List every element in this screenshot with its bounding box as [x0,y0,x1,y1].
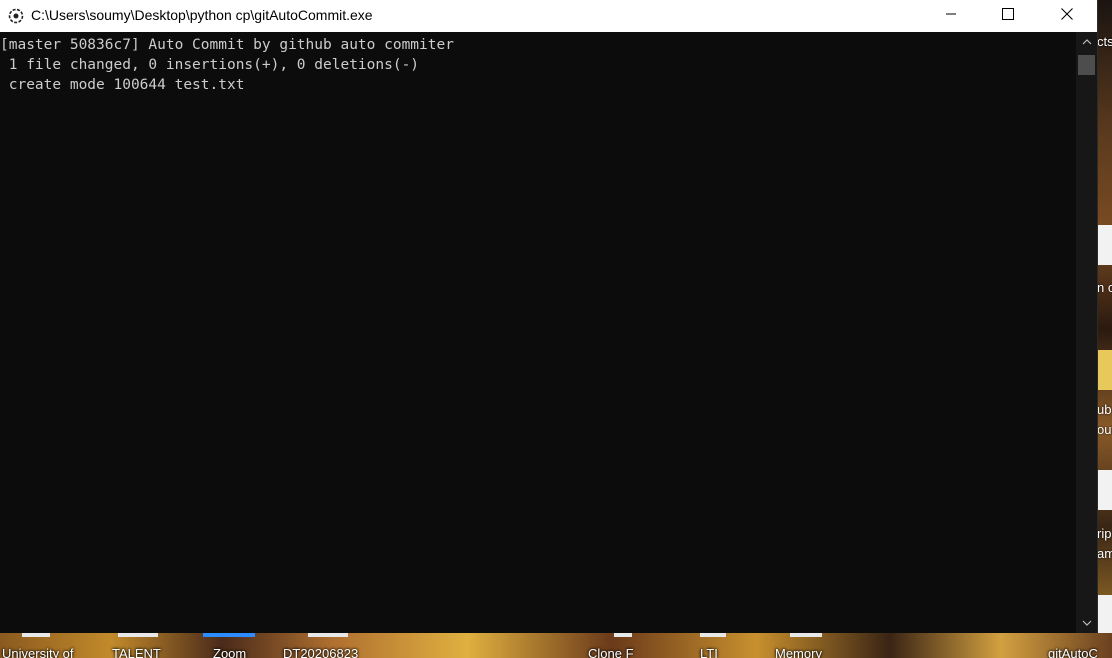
close-button[interactable] [1044,0,1090,32]
desktop-label-fragment: n c [1097,280,1112,295]
chevron-up-icon [1082,33,1092,51]
desktop-file-icon[interactable] [1097,225,1112,265]
desktop-icon-edge [614,633,632,637]
window-title: C:\Users\soumy\Desktop\python cp\gitAuto… [31,7,373,23]
desktop-label-fragment: rip [1097,526,1112,541]
desktop-icon-label[interactable]: DT20206823 [283,646,358,658]
desktop-icon-label[interactable]: Memory [775,646,822,658]
console-line: create mode 100644 test.txt [0,77,245,93]
desktop-label-fragment: ub [1097,402,1112,417]
desktop-background-bottom: University of TALENT Zoom DT20206823 Clo… [0,633,1112,658]
console-line: 1 file changed, 0 insertions(+), 0 delet… [0,57,420,73]
close-icon [1061,7,1073,25]
desktop-label-fragment: out [1097,422,1112,437]
desktop-file-icon[interactable] [1097,595,1112,633]
console-line: [master 50836c7] Auto Commit by github a… [0,37,454,53]
console-output[interactable]: [master 50836c7] Auto Commit by github a… [0,32,1076,633]
desktop-icon-edge [790,633,822,637]
minimize-icon [945,7,957,25]
desktop-icon-edge [700,633,726,637]
desktop-icon-label[interactable]: LTI [700,646,718,658]
desktop-background-right: cts n c ub out rip am [1097,0,1112,658]
desktop-icon-label[interactable]: gitAutoC [1048,646,1098,658]
vertical-scrollbar[interactable] [1076,32,1097,633]
console-app-icon[interactable] [8,8,24,24]
desktop-icon-edge [118,633,158,637]
desktop-icon-label[interactable]: TALENT [112,646,161,658]
desktop-folder-icon[interactable] [1097,350,1112,390]
desktop-file-icon[interactable] [1097,470,1112,510]
desktop-icon-label[interactable]: Zoom [213,646,246,658]
desktop-icon-edge [308,633,348,637]
desktop-icon-edge [203,633,255,637]
desktop-icon-edge [22,633,50,637]
scrollbar-thumb[interactable] [1078,55,1095,75]
desktop-icon-label[interactable]: University of [2,646,74,658]
desktop-label-fragment: am [1097,546,1112,561]
title-bar[interactable]: C:\Users\soumy\Desktop\python cp\gitAuto… [0,0,1097,32]
desktop-icon-label[interactable]: Clone F [588,646,634,658]
chevron-down-icon [1082,614,1092,632]
maximize-button[interactable] [985,0,1031,32]
scroll-up-button[interactable] [1076,32,1097,52]
console-window[interactable]: C:\Users\soumy\Desktop\python cp\gitAuto… [0,0,1098,633]
minimize-button[interactable] [928,0,974,32]
desktop-label-fragment: cts [1097,34,1112,49]
maximize-icon [1002,7,1014,25]
scroll-down-button[interactable] [1076,613,1097,633]
